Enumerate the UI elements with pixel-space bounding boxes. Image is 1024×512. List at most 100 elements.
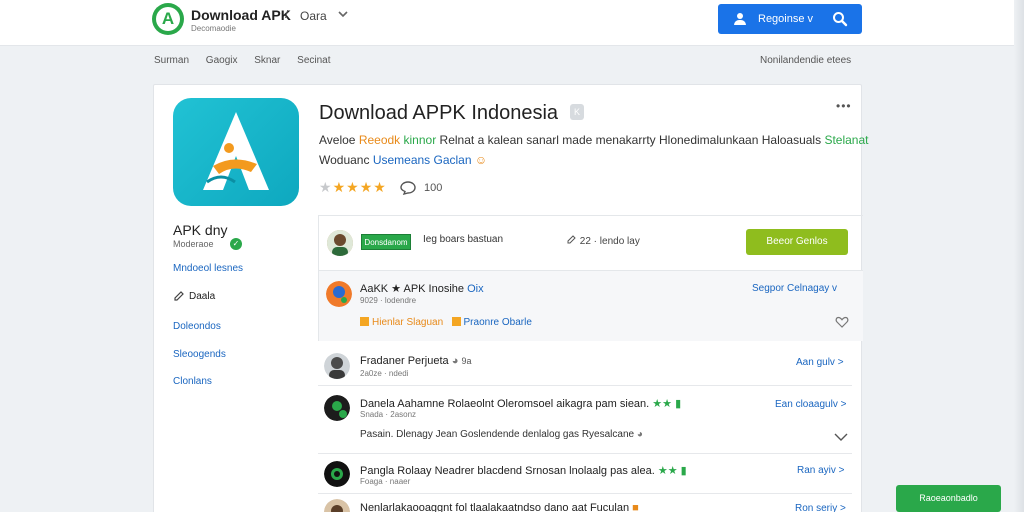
review-author-suffix: 9a xyxy=(461,356,472,366)
review-action-link[interactable]: Aan gulv > xyxy=(796,357,844,368)
avatar xyxy=(327,230,353,256)
desc-segment[interactable]: Usemeans Gaclan xyxy=(373,153,475,167)
review-author-name: Pangla Rolaay Neadrer blacdend Srnosan l… xyxy=(360,465,655,477)
app-name: APK dny xyxy=(173,222,228,238)
review-tags: Hienlar Slaguan Praonre Obarle xyxy=(360,317,532,328)
review-action-link[interactable]: Ean cloaagulv > xyxy=(775,399,846,410)
app-detail-card: APK dny Moderaoe ✓ Mndoeol lesnes Daala … xyxy=(153,84,868,512)
star-icon: ★ xyxy=(332,179,347,195)
divider xyxy=(318,453,852,454)
top-bar: A Download APK / Oara Decomaodie Regoins… xyxy=(0,0,1024,46)
title-badge: K xyxy=(570,104,584,120)
floating-download-button[interactable]: Raoeaonbadlo xyxy=(896,485,1001,512)
review-author: Danela Aahamne Rolaeolnt Oleromsoel aika… xyxy=(360,397,681,410)
heart-icon[interactable] xyxy=(835,315,849,329)
avatar xyxy=(324,461,350,487)
divider xyxy=(318,493,852,494)
user-icon xyxy=(734,13,746,25)
chevron-down-icon[interactable] xyxy=(834,432,848,442)
more-icon[interactable]: ••• xyxy=(836,99,852,113)
edit-icon xyxy=(174,291,184,301)
brand-title[interactable]: Download APK xyxy=(191,7,291,23)
page-title: Download APPK Indonesia xyxy=(319,102,559,124)
avatar xyxy=(324,395,350,421)
brand-separator: / xyxy=(285,9,289,21)
app-developer[interactable]: Moderaoe xyxy=(173,239,214,249)
emoji-icon: ■ xyxy=(632,502,639,512)
star-icon: ★ xyxy=(373,179,387,195)
desc-segment: Relnat a kalean sanarl made menakarrty H… xyxy=(439,133,825,147)
review-tag-label: Praonre Obarle xyxy=(463,317,532,328)
review-author-name: Fradaner Perjueta xyxy=(360,355,449,367)
review-tag[interactable]: Praonre Obarle xyxy=(451,317,532,328)
scrollbar[interactable] xyxy=(1014,0,1024,512)
search-icon[interactable] xyxy=(832,11,848,27)
sidebar-link[interactable]: Sleoogends xyxy=(173,349,226,360)
app-description-line-2: Woduanc Usemeans Gaclan ☺ xyxy=(319,153,487,167)
star-icon: ★ xyxy=(359,179,374,195)
verified-icon: ✓ xyxy=(230,238,242,250)
review-meta: Snada · 2asonz xyxy=(360,410,417,419)
nav-right-link[interactable]: Nonilandendie etees xyxy=(760,55,851,66)
category-nav: Surman Gaogix Sknar Secinat xyxy=(154,55,345,66)
clock-icon: ◕ xyxy=(636,429,643,440)
desc-segment: kinnor xyxy=(403,133,440,147)
review-author-name: Danela Aahamne Rolaeolnt Oleromsoel aika… xyxy=(360,398,650,410)
sidebar-link[interactable]: Clonlans xyxy=(173,376,212,387)
clock-icon: ◕ xyxy=(451,355,459,367)
nav-item[interactable]: Gaogix xyxy=(206,55,238,66)
review-action-link[interactable]: Segpor Celnagay v xyxy=(752,283,837,294)
avatar xyxy=(324,499,350,512)
nav-item[interactable]: Sknar xyxy=(254,55,280,66)
desc-segment: Woduanc xyxy=(319,153,373,167)
nav-item[interactable]: Secinat xyxy=(297,55,330,66)
review-author: Pangla Rolaay Neadrer blacdend Srnosan l… xyxy=(360,464,687,477)
account-button-label: Regoinse v xyxy=(758,13,814,25)
rating-icon: ★★ ▮ xyxy=(652,398,682,410)
review-meta: 9029 · lodendre xyxy=(360,296,417,305)
review-author: Fradaner Perjueta ◕ 9a xyxy=(360,355,471,367)
emoji-icon: ☺ xyxy=(474,153,488,167)
rating-icon: ★★ ▮ xyxy=(657,465,687,477)
app-description-line-1: Aveloe Reeodk kinnor Relnat a kalean san… xyxy=(319,133,868,147)
nav-item[interactable]: Surman xyxy=(154,55,189,66)
featured-review: Donsdanom Ieg boars bastuan 22 · lendo l… xyxy=(318,215,863,271)
avatar xyxy=(324,353,350,379)
brand-subtitle: Decomaodie xyxy=(191,24,236,33)
review-author-suffix: Oix xyxy=(467,283,484,295)
featured-action-button[interactable]: Beeor Genlos xyxy=(746,229,848,255)
featured-tag: Donsdanom xyxy=(361,234,411,250)
review-body-text: Pasain. Dlenagy Jean Goslendende denlalo… xyxy=(360,429,635,440)
star-icon: ★ xyxy=(346,179,360,195)
review-meta: Foaga · naaer xyxy=(360,477,411,486)
review-tag[interactable]: Hienlar Slaguan xyxy=(360,317,443,328)
edit-icon xyxy=(567,235,576,244)
desc-segment: Stelanat xyxy=(824,133,869,147)
divider xyxy=(318,385,852,386)
avatar xyxy=(326,281,352,307)
sidebar-edit-link[interactable]: Daala xyxy=(189,291,215,302)
comment-count: 100 xyxy=(424,182,443,194)
sidebar-link[interactable]: Doleondos xyxy=(173,321,221,332)
account-search-button[interactable]: Regoinse v xyxy=(718,4,862,34)
review-author-name: AaKK ★ APK Inosihe xyxy=(360,283,465,295)
review-meta: 2a0ze · ndedi xyxy=(360,369,409,378)
logo-icon[interactable]: A xyxy=(152,3,184,35)
featured-meta-text: 22 · lendo lay xyxy=(579,236,640,247)
rating-stars: ★★★★★ xyxy=(319,179,387,196)
review-action-link[interactable]: Ran ayiv > xyxy=(797,465,845,476)
comment-icon xyxy=(400,181,416,195)
review-tag-label: Hienlar Slaguan xyxy=(372,317,444,328)
featured-meta: 22 · lendo lay xyxy=(567,234,640,247)
review-action-link[interactable]: Ron seriy > xyxy=(795,503,846,512)
star-icon: ★ xyxy=(319,179,333,195)
language-selector[interactable]: Oara xyxy=(300,9,327,23)
review-author: AaKK ★ APK Inosihe Oix xyxy=(360,282,484,295)
chevron-down-icon[interactable] xyxy=(338,9,348,22)
desc-segment: Reeodk xyxy=(358,133,404,147)
app-icon xyxy=(173,98,299,206)
sidebar-link[interactable]: Mndoeol lesnes xyxy=(173,263,243,274)
review-body: Pasain. Dlenagy Jean Goslendende denlalo… xyxy=(360,429,643,440)
featured-text: Ieg boars bastuan xyxy=(423,234,504,245)
review-author-name: Nenlarlakaooaggnt fol tlaalakaatndso dan… xyxy=(360,502,630,512)
